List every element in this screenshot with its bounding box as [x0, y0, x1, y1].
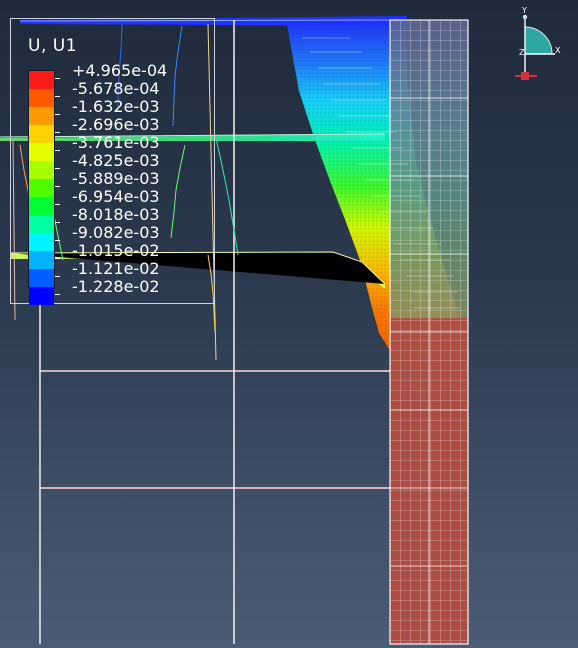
legend-value-label: -2.696e-03 [72, 115, 160, 134]
legend-swatch [29, 287, 54, 305]
legend-value-label: -1.228e-02 [72, 277, 160, 296]
abaqus-viewport[interactable]: U, U1 +4.965e-04 -5.678e-04 -1.632e-03 -2.6… [0, 0, 578, 648]
legend-color-bar [28, 70, 55, 305]
legend-value-label: -1.015e-02 [72, 241, 160, 260]
legend-swatch [29, 251, 54, 269]
mesh-column [389, 19, 469, 645]
triad-z-label: Z [519, 48, 525, 57]
legend-swatch [29, 71, 54, 89]
legend-swatch [29, 89, 54, 107]
legend-tick [55, 258, 60, 259]
legend-tick [55, 114, 60, 115]
legend-swatch [29, 125, 54, 143]
legend-swatch [29, 269, 54, 287]
legend-value-label: -8.018e-03 [72, 205, 160, 224]
legend-value-label: -4.825e-03 [72, 151, 160, 170]
legend-tick [55, 96, 60, 97]
legend-tick [55, 222, 60, 223]
legend-tick [55, 276, 60, 277]
legend-swatch [29, 215, 54, 233]
legend-value-label: -9.082e-03 [72, 223, 160, 242]
legend-value-label: -1.121e-02 [72, 259, 160, 278]
legend-tick [55, 294, 60, 295]
legend-tick [55, 168, 60, 169]
legend-swatch [29, 197, 54, 215]
legend-value-label: -3.761e-03 [72, 133, 160, 152]
legend-tick [55, 204, 60, 205]
legend-swatch [29, 233, 54, 251]
legend-tick [55, 78, 60, 79]
legend-swatch [29, 107, 54, 125]
legend-value-label: -5.889e-03 [72, 169, 160, 188]
legend-tick [55, 240, 60, 241]
legend-value-label: -1.632e-03 [72, 97, 160, 116]
frame-beams [40, 370, 391, 489]
legend-value-label: -6.954e-03 [72, 187, 160, 206]
legend-value-label: -5.678e-04 [72, 79, 160, 98]
legend-tick [55, 186, 60, 187]
triad-y-label: Y [522, 6, 527, 15]
legend-swatch [29, 179, 54, 197]
legend-value-label: +4.965e-04 [72, 61, 168, 80]
legend-tick [55, 150, 60, 151]
legend-swatch [29, 143, 54, 161]
legend-swatch [29, 161, 54, 179]
triad-x-label: X [555, 46, 561, 55]
legend-title: U, U1 [28, 36, 78, 56]
legend-panel: U, U1 +4.965e-04 -5.678e-04 -1.632e-03 -2.6… [10, 18, 215, 305]
coordinate-triad: Y X Z [505, 7, 565, 87]
legend-tick [55, 132, 60, 133]
